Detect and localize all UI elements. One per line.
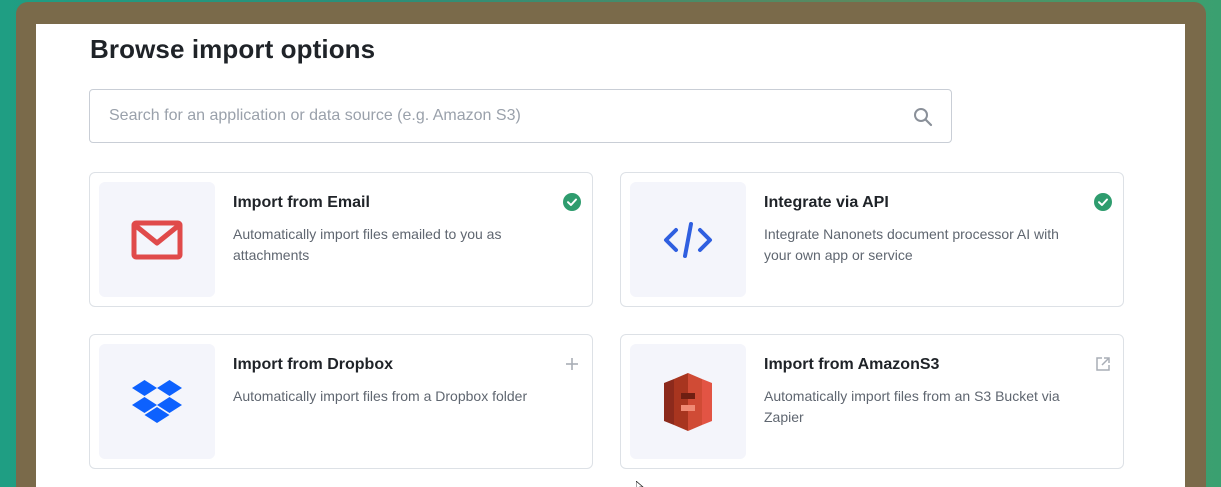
- mouse-cursor-icon: [636, 481, 644, 487]
- card-description: Automatically import files from an S3 Bu…: [764, 388, 1060, 425]
- card-icon-tile: [630, 182, 746, 297]
- status-check: [562, 192, 582, 212]
- card-title: Import from Dropbox: [233, 356, 393, 373]
- import-options-panel: Browse import options Import from Email …: [36, 24, 1185, 487]
- card-title: Integrate via API: [764, 194, 889, 211]
- card-description: Automatically import files emailed to yo…: [233, 226, 502, 263]
- enabled-check-icon: [1094, 193, 1112, 211]
- enabled-check-icon: [563, 193, 581, 211]
- dropbox-icon: [132, 379, 182, 423]
- search-icon[interactable]: [913, 107, 933, 127]
- code-brackets-icon: [664, 221, 712, 258]
- add-plus-icon[interactable]: [565, 357, 579, 371]
- search-box[interactable]: [89, 89, 952, 143]
- gmail-icon: [131, 220, 183, 259]
- open-external-button[interactable]: [1093, 354, 1113, 374]
- search-input[interactable]: [91, 91, 891, 141]
- amazon-s3-icon: [664, 372, 712, 431]
- card-icon-tile: [630, 344, 746, 459]
- card-import-email[interactable]: Import from Email Automatically import f…: [89, 172, 593, 307]
- card-import-amazons3[interactable]: Import from AmazonS3 Automatically impor…: [620, 334, 1124, 469]
- external-link-icon[interactable]: [1095, 356, 1111, 372]
- add-button[interactable]: [562, 354, 582, 374]
- card-icon-tile: [99, 182, 215, 297]
- card-description: Automatically import files from a Dropbo…: [233, 388, 528, 404]
- card-icon-tile: [99, 344, 215, 459]
- card-title: Import from Email: [233, 194, 370, 211]
- page-title: Browse import options: [90, 34, 376, 64]
- card-import-dropbox[interactable]: Import from Dropbox Automatically import…: [89, 334, 593, 469]
- card-description: Integrate Nanonets document processor AI…: [764, 226, 1059, 263]
- status-check: [1093, 192, 1113, 212]
- card-integrate-api[interactable]: Integrate via API Integrate Nanonets doc…: [620, 172, 1124, 307]
- card-title: Import from AmazonS3: [764, 356, 940, 373]
